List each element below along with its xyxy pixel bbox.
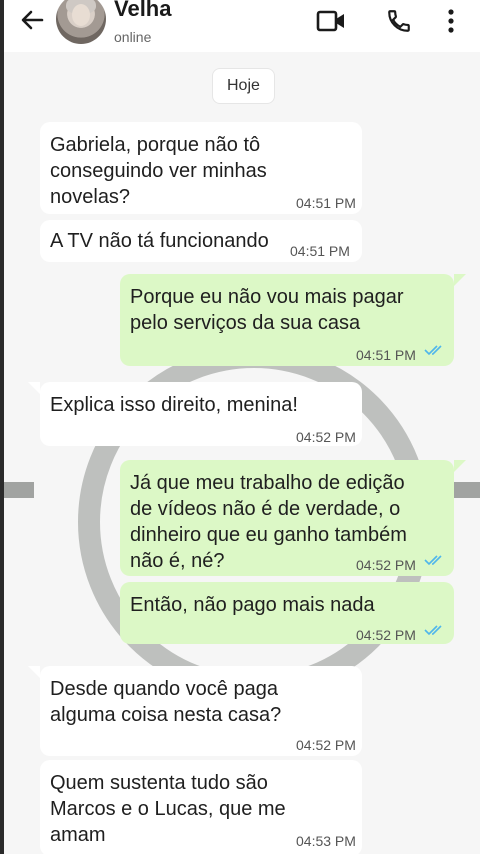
- bubble-tail: [28, 666, 40, 678]
- message-line: A TV não tá funcionando: [50, 230, 269, 252]
- message-incoming[interactable]: Quem sustenta tudo são Marcos e o Lucas,…: [40, 760, 362, 854]
- avatar[interactable]: [56, 0, 106, 44]
- more-vertical-icon[interactable]: [436, 6, 466, 36]
- message-outgoing[interactable]: Porque eu não vou mais pagar pelo serviç…: [120, 274, 454, 366]
- video-camera-icon[interactable]: [316, 6, 346, 36]
- message-text: Desde quando você paga alguma coisa nest…: [50, 676, 281, 728]
- date-chip: Hoje: [212, 68, 275, 104]
- message-line: amam: [50, 824, 106, 846]
- message-time: 04:51 PM: [356, 347, 416, 363]
- message-text: Gabriela, porque não tô conseguindo ver …: [50, 132, 267, 210]
- message-time: 04:51 PM: [296, 195, 356, 211]
- back-arrow-icon[interactable]: [18, 6, 46, 34]
- double-check-icon: [424, 625, 442, 636]
- message-incoming[interactable]: Explica isso direito, menina! 04:52 PM: [40, 382, 362, 446]
- message-time: 04:52 PM: [296, 737, 356, 753]
- phone-icon[interactable]: [384, 6, 414, 36]
- message-line: Então, não pago mais nada: [130, 594, 375, 616]
- message-text: Então, não pago mais nada: [130, 592, 375, 618]
- message-time: 04:52 PM: [356, 627, 416, 643]
- message-line: alguma coisa nesta casa?: [50, 704, 282, 726]
- message-time: 04:53 PM: [296, 833, 356, 849]
- message-line: Porque eu não vou mais pagar: [130, 286, 404, 308]
- double-check-icon: [424, 345, 442, 356]
- message-outgoing[interactable]: Já que meu trabalho de edição de vídeos …: [120, 460, 454, 576]
- message-line: Gabriela, porque não tô: [50, 134, 261, 156]
- message-line: dinheiro que eu ganho também: [130, 524, 407, 546]
- message-line: conseguindo ver minhas: [50, 160, 267, 182]
- bubble-tail: [454, 274, 466, 286]
- message-incoming[interactable]: Desde quando você paga alguma coisa nest…: [40, 666, 362, 756]
- message-line: Explica isso direito, menina!: [50, 394, 298, 416]
- message-text: Porque eu não vou mais pagar pelo serviç…: [130, 284, 404, 336]
- message-time: 04:52 PM: [296, 429, 356, 445]
- double-check-icon: [424, 555, 442, 566]
- message-line: Desde quando você paga: [50, 678, 278, 700]
- message-incoming[interactable]: Gabriela, porque não tô conseguindo ver …: [40, 122, 362, 214]
- message-text: Quem sustenta tudo são Marcos e o Lucas,…: [50, 770, 286, 848]
- chat-header: Velha online: [4, 0, 480, 52]
- bubble-tail: [28, 382, 40, 394]
- message-line: de vídeos não é de verdade, o: [130, 498, 401, 520]
- message-outgoing[interactable]: Então, não pago mais nada 04:52 PM: [120, 582, 454, 644]
- message-time: 04:52 PM: [356, 557, 416, 573]
- message-time: 04:51 PM: [290, 243, 350, 259]
- message-line: Marcos e o Lucas, que me: [50, 798, 286, 820]
- contact-name[interactable]: Velha: [114, 0, 171, 22]
- message-line: novelas?: [50, 186, 131, 208]
- message-line: pelo serviços da sua casa: [130, 312, 361, 334]
- message-line: Quem sustenta tudo são: [50, 772, 268, 794]
- avatar-face: [72, 4, 90, 26]
- message-text: A TV não tá funcionando: [50, 228, 269, 254]
- message-incoming[interactable]: A TV não tá funcionando 04:51 PM: [40, 220, 362, 262]
- message-text: Explica isso direito, menina!: [50, 392, 298, 418]
- message-line: Já que meu trabalho de edição: [130, 472, 405, 494]
- chat-area[interactable]: Hoje Gabriela, porque não tô conseguindo…: [4, 52, 480, 854]
- bubble-tail: [454, 460, 466, 472]
- contact-status: online: [114, 29, 152, 45]
